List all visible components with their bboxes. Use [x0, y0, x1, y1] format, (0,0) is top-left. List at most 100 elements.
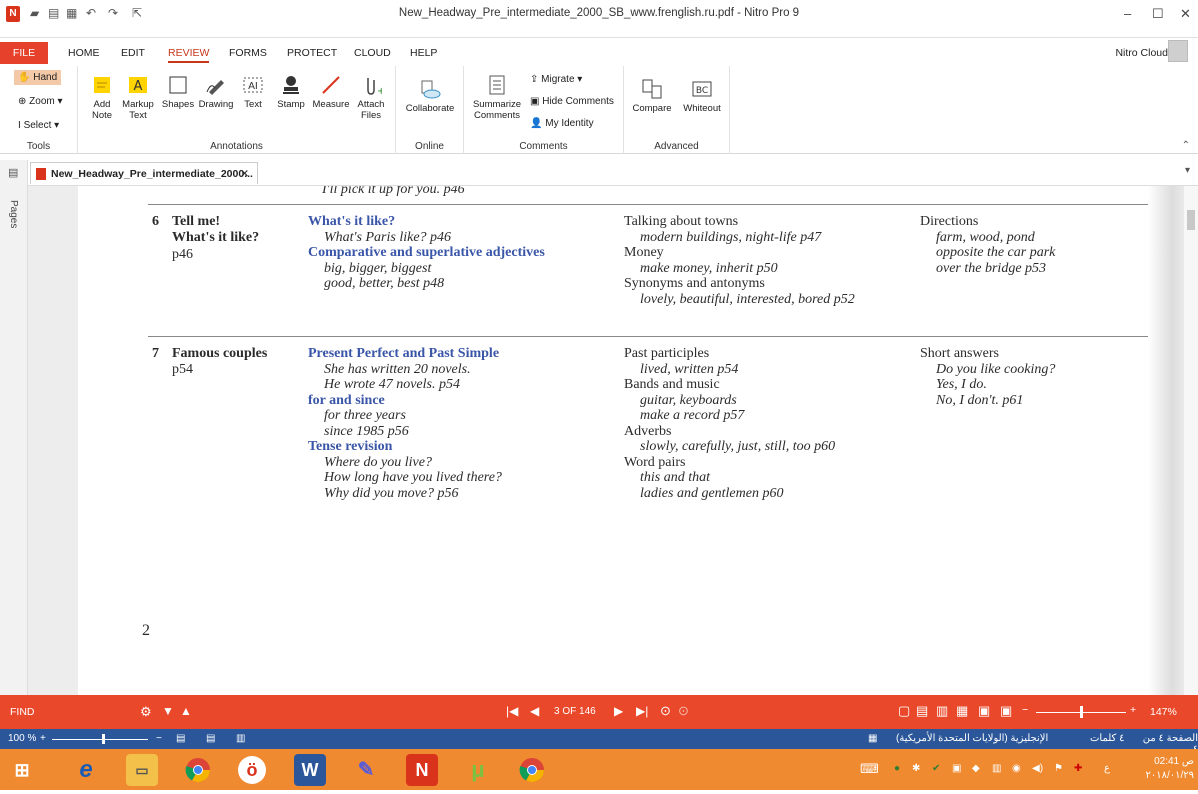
- chrome-icon[interactable]: [182, 754, 214, 786]
- tray-app-icon[interactable]: ●: [894, 763, 900, 774]
- migrate-button[interactable]: ⇪ Migrate ▾: [530, 74, 582, 85]
- fit-width-icon[interactable]: ▣: [978, 703, 990, 719]
- add-note-button[interactable]: Add Note: [88, 74, 116, 121]
- close-button[interactable]: ✕: [1180, 6, 1191, 22]
- tab-home[interactable]: HOME: [68, 47, 100, 59]
- track-changes-icon[interactable]: ▦: [868, 733, 877, 744]
- chrome-icon-2[interactable]: [516, 754, 548, 786]
- next-page-icon[interactable]: ▶: [614, 704, 623, 718]
- fit-page-icon[interactable]: ▣: [1000, 703, 1012, 719]
- example-line: What's Paris like? p46: [324, 229, 452, 245]
- nitro-cloud-account[interactable]: Nitro Cloud: [1115, 47, 1168, 59]
- collapse-ribbon-icon[interactable]: ⌃: [1182, 140, 1190, 151]
- word-count[interactable]: ٤ كلمات: [1090, 733, 1124, 744]
- drawing-button[interactable]: Drawing: [196, 74, 236, 110]
- close-tab-icon[interactable]: ✕: [240, 163, 249, 185]
- document-tab[interactable]: New_Headway_Pre_intermediate_2000... ✕: [30, 162, 258, 184]
- last-page-icon[interactable]: ▶|: [636, 704, 648, 718]
- flag-icon[interactable]: ⚑: [1054, 763, 1063, 774]
- paw-app-icon[interactable]: ö: [238, 756, 266, 784]
- utorrent-icon[interactable]: μ: [462, 754, 494, 786]
- input-language-icon[interactable]: ع: [1104, 763, 1110, 774]
- markup-text-button[interactable]: A Markup Text: [120, 74, 156, 121]
- text-button[interactable]: AI Text: [238, 74, 268, 110]
- vertical-scrollbar[interactable]: [1184, 186, 1198, 695]
- find-button[interactable]: FIND: [10, 706, 35, 718]
- attach-files-button[interactable]: + Attach Files: [354, 74, 388, 121]
- continuous-view-icon[interactable]: ▤: [916, 703, 928, 719]
- page-indicator[interactable]: 3 OF 146: [554, 706, 596, 717]
- settings-gear-icon[interactable]: ⚙: [140, 704, 152, 720]
- tray-globe-icon[interactable]: ◉: [1012, 763, 1021, 774]
- comments-group-label: Comments: [519, 141, 568, 152]
- file-explorer-icon[interactable]: ▭: [126, 754, 158, 786]
- pages-sidebar[interactable]: ▤ Pages: [0, 160, 28, 695]
- pages-panel-icon[interactable]: ▤: [8, 166, 18, 179]
- word-zoom-level[interactable]: 100 %: [8, 733, 36, 744]
- read-mode-icon[interactable]: ▥: [236, 733, 245, 744]
- find-next-icon[interactable]: ▼: [162, 704, 174, 718]
- zoom-level[interactable]: 147%: [1150, 706, 1177, 718]
- single-page-view-icon[interactable]: ▢: [898, 703, 910, 719]
- tab-review[interactable]: REVIEW: [168, 47, 210, 63]
- previous-page-icon[interactable]: ◀: [530, 704, 539, 718]
- my-identity-button[interactable]: 👤 My Identity: [530, 118, 594, 129]
- zoom-tool[interactable]: ⊕ Zoom ▾: [18, 96, 63, 107]
- volume-icon[interactable]: ◀): [1032, 763, 1043, 774]
- word-zoom-handle[interactable]: [102, 734, 105, 744]
- antivirus-icon[interactable]: ✚: [1074, 763, 1082, 774]
- tab-help[interactable]: HELP: [410, 47, 437, 59]
- first-page-icon[interactable]: |◀: [506, 704, 518, 718]
- word-zoom-out-icon[interactable]: −: [156, 733, 162, 744]
- bluetooth-icon[interactable]: ✱: [912, 763, 920, 774]
- select-tool[interactable]: I Select ▾: [18, 120, 59, 131]
- language-indicator[interactable]: الإنجليزية (الولايات المتحدة الأمريكية): [896, 733, 1048, 744]
- forward-view-icon[interactable]: ⊙: [678, 703, 689, 719]
- tray-check-icon[interactable]: ✔: [932, 763, 940, 774]
- web-layout-icon[interactable]: ▤: [176, 733, 185, 744]
- nitro-taskbar-icon[interactable]: N: [406, 754, 438, 786]
- shapes-button[interactable]: Shapes: [160, 74, 196, 110]
- start-windows-icon[interactable]: ⊞: [6, 754, 38, 786]
- keyboard-icon[interactable]: ⌨: [860, 761, 879, 777]
- document-viewport[interactable]: I'll pick it up for you. p46 6 Tell me! …: [28, 186, 1184, 695]
- tab-edit[interactable]: EDIT: [121, 47, 145, 59]
- collaborate-button[interactable]: Collaborate: [402, 78, 458, 114]
- facing-continuous-icon[interactable]: ▦: [956, 703, 968, 719]
- unit-page-ref: p54: [172, 362, 193, 377]
- windows-taskbar: ⊞ e ▭ ö W ✎ N μ ⌨ ● ✱ ✔ ▣ ◆ ▥ ◉ ◀) ⚑ ✚ ع…: [0, 749, 1198, 790]
- stamp-button[interactable]: Stamp: [276, 74, 306, 110]
- summarize-comments-button[interactable]: Summarize Comments: [468, 74, 526, 121]
- tab-cloud[interactable]: CLOUD: [354, 47, 391, 59]
- zoom-out-icon[interactable]: −: [1022, 704, 1028, 716]
- hand-tool[interactable]: ✋ Hand: [14, 70, 62, 85]
- facing-view-icon[interactable]: ▥: [936, 703, 948, 719]
- zoom-slider-handle[interactable]: [1080, 706, 1083, 718]
- measure-button[interactable]: Measure: [310, 74, 352, 110]
- tab-protect[interactable]: PROTECT: [287, 47, 337, 59]
- tab-file[interactable]: FILE: [0, 42, 48, 64]
- tray-network-icon[interactable]: ▥: [992, 763, 1001, 774]
- internet-explorer-icon[interactable]: e: [70, 754, 102, 786]
- tab-list-chevron-icon[interactable]: ▾: [1185, 165, 1190, 176]
- pages-label[interactable]: Pages: [8, 200, 19, 228]
- whiteout-button[interactable]: BC Whiteout: [678, 78, 726, 114]
- tab-forms[interactable]: FORMS: [229, 47, 267, 59]
- word-icon[interactable]: W: [294, 754, 326, 786]
- maximize-button[interactable]: ☐: [1152, 6, 1164, 22]
- zoom-in-icon[interactable]: +: [1130, 704, 1136, 716]
- tray-shield-icon[interactable]: ◆: [972, 763, 980, 774]
- back-view-icon[interactable]: ⊙: [660, 703, 671, 719]
- word-zoom-in-icon[interactable]: +: [40, 733, 46, 744]
- find-previous-icon[interactable]: ▲: [180, 704, 192, 718]
- avatar[interactable]: [1168, 40, 1188, 62]
- print-layout-icon[interactable]: ▤: [206, 733, 215, 744]
- minimize-button[interactable]: –: [1124, 6, 1131, 21]
- word-zoom-slider[interactable]: [52, 739, 148, 740]
- scrollbar-thumb[interactable]: [1187, 210, 1195, 230]
- hide-comments-button[interactable]: ▣ Hide Comments: [530, 96, 614, 107]
- tray-monitor-icon[interactable]: ▣: [952, 763, 961, 774]
- compare-button[interactable]: Compare: [630, 78, 674, 114]
- paint-icon[interactable]: ✎: [350, 754, 382, 786]
- clock[interactable]: 02:41 ص ٢٠١٨/٠١/٢٩: [1130, 755, 1194, 783]
